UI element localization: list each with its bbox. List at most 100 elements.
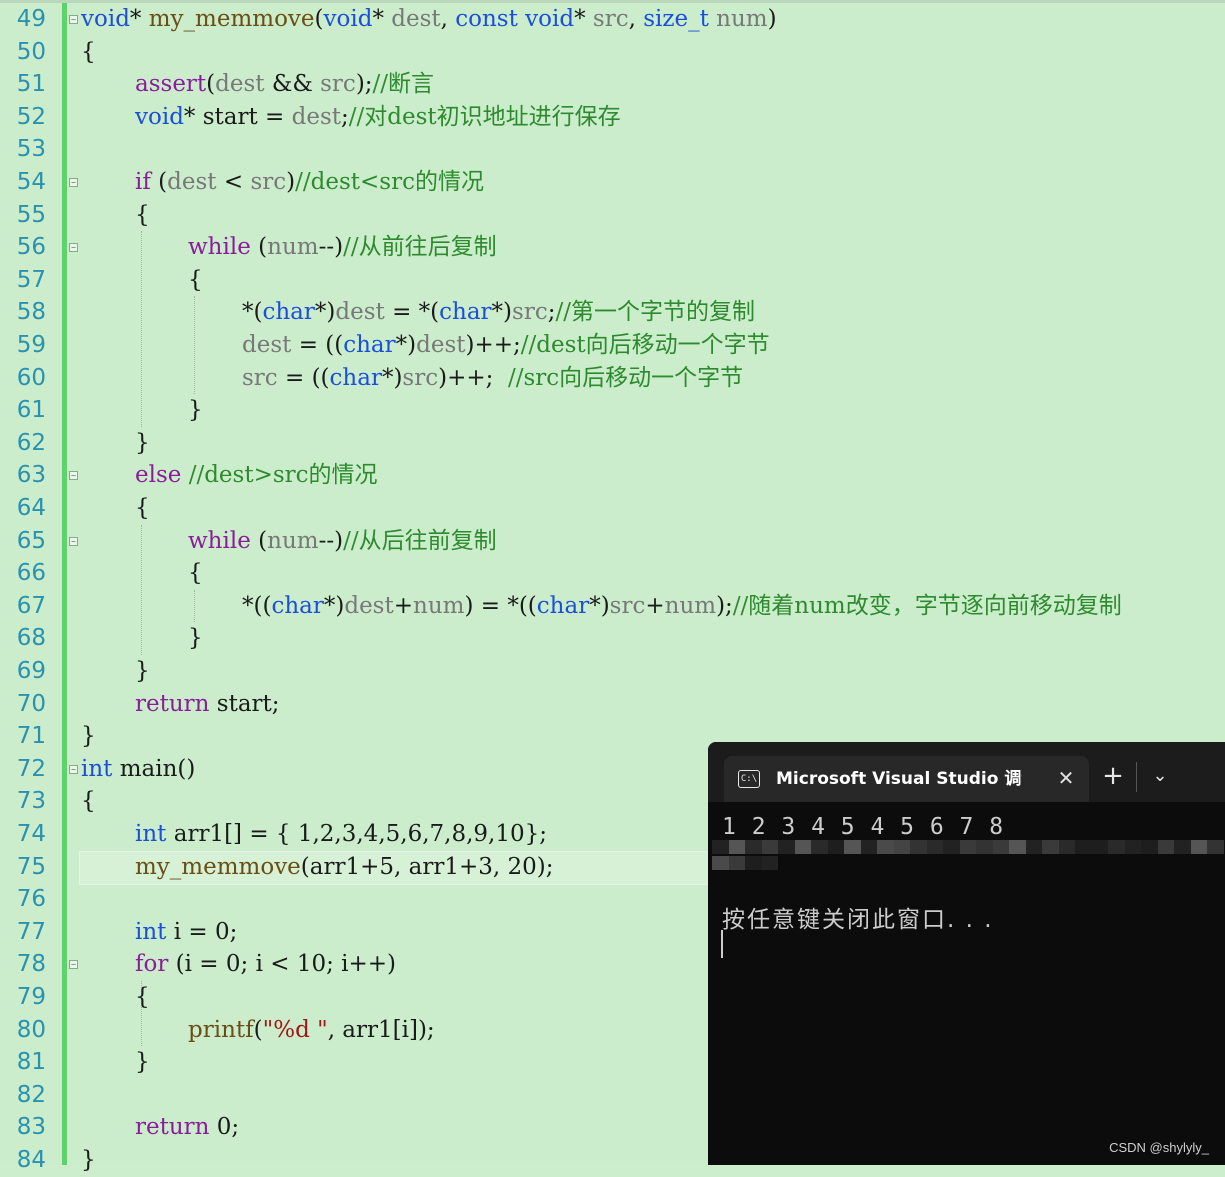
- code-token: //dest<src的情况: [295, 169, 484, 195]
- code-line[interactable]: while (num--)//从后往前复制: [188, 525, 497, 558]
- line-number: 73: [16, 788, 46, 815]
- code-line[interactable]: src = ((char*)src)++; //src向后移动一个字节: [242, 362, 743, 395]
- code-token: <: [216, 169, 251, 195]
- code-token: *(: [242, 299, 263, 326]
- code-token: //随着num改变，字节逐向前移动复制: [732, 592, 1122, 619]
- code-token: {: [81, 38, 96, 65]
- code-token: void: [323, 6, 373, 32]
- code-line[interactable]: }: [188, 394, 203, 427]
- fold-toggle-icon[interactable]: −: [69, 471, 78, 481]
- code-token: void: [81, 6, 130, 32]
- code-token: {: [188, 560, 203, 587]
- code-line[interactable]: void* start = dest;//对dest初识地址进行保存: [135, 101, 621, 134]
- code-token: (arr1+5, arr1+3, 20);: [300, 853, 554, 880]
- code-line[interactable]: {: [135, 199, 150, 232]
- code-line[interactable]: {: [135, 981, 150, 1014]
- indent-guide: [141, 524, 143, 655]
- redaction-pixel: [959, 840, 976, 854]
- code-line[interactable]: }: [135, 427, 150, 460]
- code-line[interactable]: void* my_memmove(void* dest, const void*…: [81, 3, 777, 36]
- code-line[interactable]: assert(dest && src);//断言: [135, 68, 434, 101]
- line-number: 70: [16, 690, 46, 717]
- code-token: char: [262, 299, 315, 326]
- code-line[interactable]: {: [188, 264, 203, 297]
- code-line[interactable]: printf("%d ", arr1[i]);: [188, 1014, 435, 1047]
- code-token: start;: [209, 690, 280, 717]
- fold-toggle-icon[interactable]: −: [69, 243, 78, 253]
- change-tracking-bar: [62, 3, 67, 1165]
- indent-guide: [194, 296, 196, 395]
- code-token: * start =: [183, 103, 292, 130]
- code-line[interactable]: dest = ((char*)dest)++;//dest向后移动一个字节: [242, 329, 770, 362]
- code-token: ,: [440, 6, 456, 32]
- console-window[interactable]: C:\ Microsoft Visual Studio 调试控制台 ✕ + ⌄ …: [708, 742, 1225, 1165]
- code-line[interactable]: *(char*)dest = *(char*)src;//第一个字节的复制: [242, 296, 755, 329]
- code-token: {: [188, 266, 203, 293]
- code-line[interactable]: *((char*)dest+num) = *((char*)src+num);/…: [242, 590, 1122, 623]
- redaction-pixel: [761, 840, 778, 854]
- redaction-pixel: [926, 840, 943, 854]
- code-token: }: [135, 658, 150, 684]
- line-number: 50: [16, 38, 46, 65]
- code-line[interactable]: }: [81, 720, 96, 753]
- line-number: 51: [16, 71, 46, 98]
- fold-toggle-icon[interactable]: −: [69, 536, 78, 546]
- redaction-pixel: [1207, 840, 1224, 854]
- code-token: (: [206, 71, 216, 98]
- line-number: 69: [16, 658, 46, 684]
- code-line[interactable]: int i = 0;: [135, 916, 237, 949]
- fold-toggle-icon[interactable]: −: [69, 178, 78, 187]
- code-line[interactable]: my_memmove(arr1+5, arr1+3, 20);: [135, 851, 553, 884]
- chevron-down-icon[interactable]: ⌄: [1146, 762, 1174, 790]
- redaction-pixel: [1058, 840, 1075, 854]
- line-number: 54: [16, 169, 46, 195]
- code-line[interactable]: for (i = 0; i < 10; i++): [135, 948, 396, 981]
- code-token: //src向后移动一个字节: [508, 364, 744, 391]
- fold-toggle-icon[interactable]: −: [69, 764, 78, 774]
- code-token: //dest>src的情况: [188, 462, 378, 489]
- fold-toggle-icon[interactable]: −: [69, 960, 78, 970]
- code-line[interactable]: }: [135, 1046, 150, 1079]
- code-line[interactable]: else //dest>src的情况: [135, 459, 378, 492]
- code-token: main(): [112, 755, 196, 782]
- console-tab[interactable]: C:\ Microsoft Visual Studio 调试控制台 ✕: [724, 756, 1089, 802]
- line-number: 82: [16, 1081, 46, 1108]
- plus-icon[interactable]: +: [1099, 762, 1127, 790]
- terminal-icon: C:\: [738, 770, 760, 788]
- code-token: ) = *((: [464, 592, 537, 619]
- code-line[interactable]: }: [135, 655, 150, 688]
- code-token: )++;: [465, 332, 521, 358]
- code-token: = ((: [291, 332, 344, 358]
- fold-toggle-icon[interactable]: −: [69, 15, 78, 24]
- line-number: 64: [16, 495, 46, 521]
- line-number: 83: [16, 1114, 46, 1141]
- line-number: 61: [16, 397, 46, 424]
- code-line[interactable]: {: [81, 36, 96, 69]
- code-line[interactable]: {: [135, 492, 150, 525]
- redaction-pixel: [1042, 840, 1059, 854]
- line-number: 58: [16, 299, 46, 326]
- code-line[interactable]: {: [81, 785, 96, 818]
- code-line[interactable]: return 0;: [135, 1111, 239, 1144]
- code-token: }: [135, 1049, 150, 1076]
- redaction-pixel: [811, 840, 828, 854]
- code-line[interactable]: return start;: [135, 688, 280, 721]
- console-output-line: 1 2 3 4 5 4 5 6 7 8: [722, 814, 1005, 840]
- code-line[interactable]: }: [188, 622, 203, 655]
- line-number: 66: [16, 560, 46, 587]
- code-line[interactable]: int main(): [81, 753, 195, 786]
- code-token: //对dest初识地址进行保存: [348, 103, 621, 130]
- watermark: CSDN @shylyly_: [1109, 1140, 1209, 1155]
- code-line[interactable]: while (num--)//从前往后复制: [188, 231, 497, 264]
- code-token: dest: [242, 332, 292, 358]
- code-token: return: [135, 1114, 210, 1141]
- code-token: const: [455, 6, 518, 32]
- code-token: //断言: [372, 71, 435, 98]
- code-line[interactable]: if (dest < src)//dest<src的情况: [135, 166, 484, 199]
- code-line[interactable]: int arr1[] = { 1,2,3,4,5,6,7,8,9,10};: [135, 818, 547, 851]
- close-icon[interactable]: ✕: [1054, 766, 1078, 790]
- line-number: 74: [16, 821, 46, 847]
- code-line[interactable]: {: [188, 557, 203, 590]
- code-token: {: [81, 788, 96, 815]
- code-line[interactable]: }: [81, 1144, 96, 1177]
